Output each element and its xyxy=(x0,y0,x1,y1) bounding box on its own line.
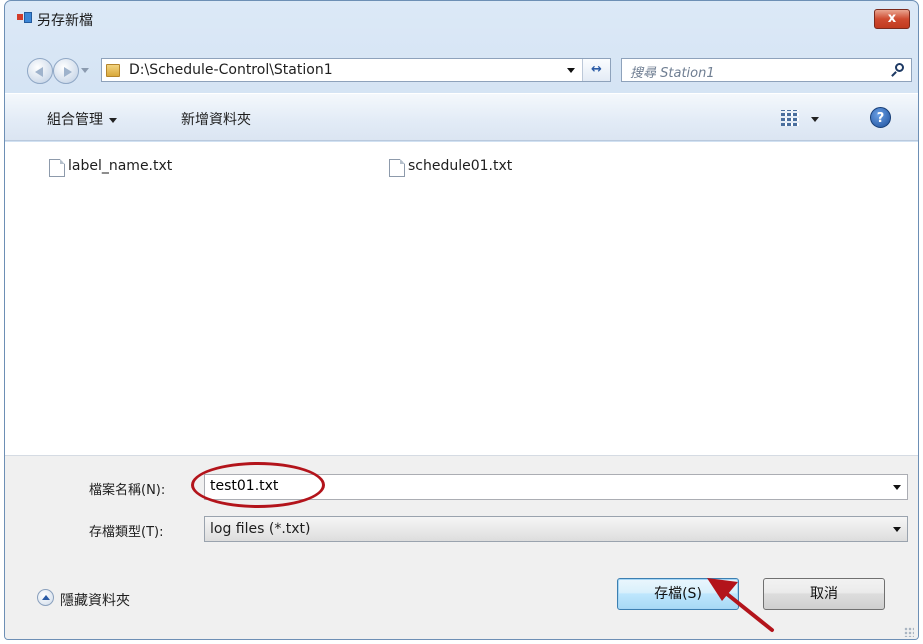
address-path[interactable]: D:\Schedule-Control\Station1 xyxy=(129,62,333,78)
cancel-button[interactable]: 取消 xyxy=(763,578,885,610)
resize-grip[interactable] xyxy=(904,627,914,637)
address-bar[interactable]: D:\Schedule-Control\Station1 ↔ xyxy=(101,58,611,82)
collapse-up-icon xyxy=(37,589,54,606)
filetype-value: log files (*.txt) xyxy=(210,521,311,537)
command-bar: 組合管理 新增資料夾 ? xyxy=(5,93,918,141)
list-item[interactable]: label_name.txt xyxy=(49,157,249,177)
save-as-dialog: 另存新檔 x D:\Schedule-Control\Station1 ↔ 搜尋… xyxy=(4,0,919,640)
help-icon[interactable]: ? xyxy=(870,107,891,128)
filename-dropdown-chevron-icon[interactable] xyxy=(893,485,901,490)
view-chevron-down-icon[interactable] xyxy=(811,117,819,122)
address-dropdown-chevron-icon[interactable] xyxy=(567,68,575,73)
list-item[interactable]: schedule01.txt xyxy=(389,157,589,177)
organize-chevron-down-icon xyxy=(109,117,117,123)
refresh-button[interactable]: ↔ xyxy=(582,59,610,81)
search-box[interactable]: 搜尋 Station1 xyxy=(621,58,912,82)
text-file-icon xyxy=(389,159,405,177)
organize-label: 組合管理 xyxy=(47,112,103,128)
filetype-select[interactable]: log files (*.txt) xyxy=(204,516,908,542)
title-bar[interactable]: 另存新檔 x xyxy=(5,1,918,35)
annotation-ellipse xyxy=(191,462,325,508)
folder-icon xyxy=(106,64,120,77)
forward-button[interactable] xyxy=(53,58,79,84)
file-list[interactable]: label_name.txt schedule01.txt xyxy=(5,142,918,455)
save-button[interactable]: 存檔(S) xyxy=(617,578,739,610)
filetype-label: 存檔類型(T): xyxy=(89,525,164,540)
save-options-panel: 檔案名稱(N): 存檔類型(T): log files (*.txt) 隱藏資料… xyxy=(5,455,918,639)
file-name: schedule01.txt xyxy=(408,158,513,174)
text-file-icon xyxy=(49,159,65,177)
back-button[interactable] xyxy=(27,58,53,84)
address-row: D:\Schedule-Control\Station1 ↔ 搜尋 Statio… xyxy=(5,53,918,87)
filename-label: 檔案名稱(N): xyxy=(89,483,166,498)
filetype-chevron-down-icon xyxy=(893,527,901,532)
hide-folders-label: 隱藏資料夾 xyxy=(60,593,130,609)
search-input[interactable]: 搜尋 Station1 xyxy=(630,62,715,81)
search-icon[interactable] xyxy=(891,63,906,77)
new-folder-button[interactable]: 新增資料夾 xyxy=(181,109,251,129)
file-name: label_name.txt xyxy=(68,158,173,174)
close-button[interactable]: x xyxy=(874,9,910,29)
recent-locations-chevron-icon[interactable] xyxy=(81,68,89,73)
window-title: 另存新檔 xyxy=(37,13,93,29)
organize-menu-button[interactable]: 組合管理 xyxy=(47,109,117,129)
app-icon xyxy=(17,12,33,26)
view-options-icon[interactable] xyxy=(781,110,799,126)
